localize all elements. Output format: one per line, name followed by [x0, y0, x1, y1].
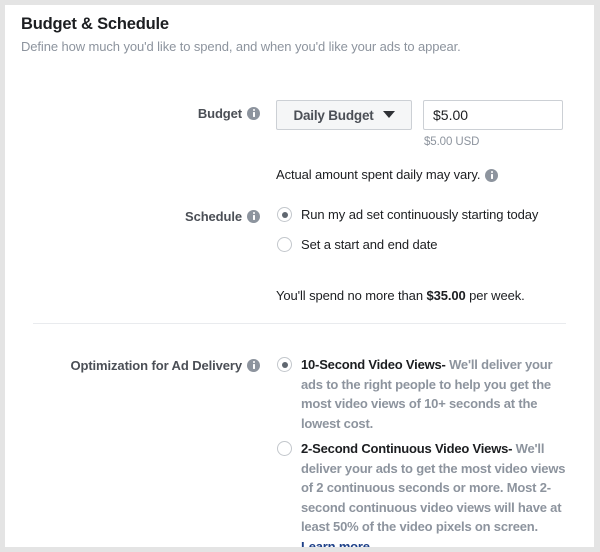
- spend-note-prefix: You'll spend no more than: [276, 288, 427, 303]
- budget-type-select[interactable]: Daily Budget: [276, 100, 412, 130]
- actual-amount-info-icon[interactable]: [485, 168, 499, 182]
- schedule-radio-start-end[interactable]: [277, 237, 292, 252]
- schedule-label-text: Schedule: [185, 209, 242, 225]
- schedule-radio-continuous-label[interactable]: Run my ad set continuously starting toda…: [301, 207, 538, 222]
- budget-schedule-panel: Budget & Schedule Define how much you'd …: [5, 5, 594, 547]
- schedule-spend-note: You'll spend no more than $35.00 per wee…: [276, 288, 525, 303]
- optimization-option-2s-title: 2-Second Continuous Video Views-: [301, 441, 513, 456]
- learn-more-link[interactable]: Learn more.: [301, 539, 373, 548]
- optimization-option-10s-title: 10-Second Video Views-: [301, 357, 446, 372]
- optimization-info-icon[interactable]: [247, 358, 260, 372]
- spend-note-amount: $35.00: [426, 288, 466, 303]
- chevron-down-icon: [382, 111, 395, 118]
- budget-actual-note: Actual amount spent daily may vary.: [276, 167, 499, 183]
- optimization-label: Optimization for Ad Delivery: [15, 357, 260, 373]
- optimization-option-10s[interactable]: 10-Second Video Views- We'll deliver you…: [301, 355, 567, 433]
- optimization-radio-10s[interactable]: [277, 357, 292, 372]
- optimization-radio-2s[interactable]: [277, 441, 292, 456]
- section-divider: [33, 323, 566, 324]
- budget-actual-note-text: Actual amount spent daily may vary.: [276, 167, 481, 182]
- budget-label-text: Budget: [197, 106, 242, 122]
- budget-info-icon[interactable]: [247, 106, 260, 120]
- schedule-info-icon[interactable]: [247, 209, 260, 223]
- budget-amount-input[interactable]: [423, 100, 563, 130]
- page-title: Budget & Schedule: [21, 15, 169, 33]
- page-subtitle: Define how much you'd like to spend, and…: [21, 39, 461, 54]
- optimization-option-2s[interactable]: 2-Second Continuous Video Views- We'll d…: [301, 439, 567, 547]
- spend-note-suffix: per week.: [465, 288, 525, 303]
- budget-type-select-value: Daily Budget: [293, 107, 374, 123]
- schedule-radio-start-end-label[interactable]: Set a start and end date: [301, 237, 437, 252]
- budget-label: Budget: [65, 105, 260, 121]
- budget-currency-note: $5.00 USD: [424, 136, 480, 148]
- optimization-label-text: Optimization for Ad Delivery: [70, 358, 242, 374]
- schedule-radio-continuous[interactable]: [277, 207, 292, 222]
- schedule-label: Schedule: [65, 208, 260, 224]
